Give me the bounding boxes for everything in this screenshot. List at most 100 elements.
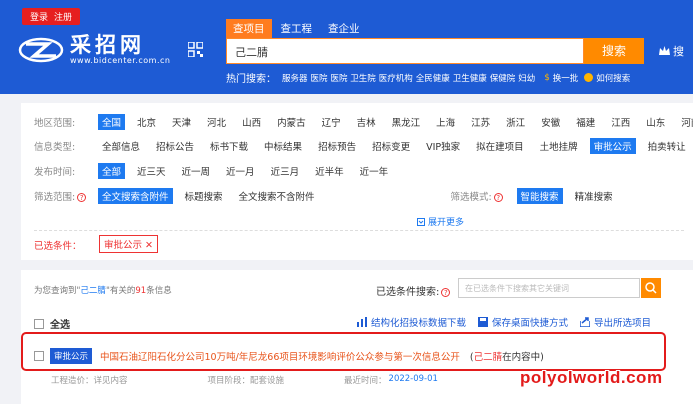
item-match-keyword: 己二腈	[473, 352, 503, 363]
hot-searches: 热门搜索： 服务器 医院 医院 卫生院 医疗机构 全民健康 卫生健康 保健院 妇…	[226, 70, 630, 86]
region-option[interactable]: 上海	[432, 114, 459, 130]
time-option[interactable]: 近三天	[133, 163, 170, 179]
hot-search-item[interactable]: 服务器	[282, 72, 308, 84]
refresh-icon: $	[544, 72, 550, 83]
login-link[interactable]: 登录	[30, 10, 48, 23]
region-option[interactable]: 辽宁	[318, 114, 345, 130]
chosen-condition-chip[interactable]: 审批公示 ✕	[99, 235, 158, 253]
region-option[interactable]: 黑龙江	[388, 114, 425, 130]
shop-link[interactable]: 搜	[659, 43, 684, 59]
help-icon[interactable]: ?	[77, 193, 87, 202]
scope-option[interactable]: 全文搜索含附件	[98, 188, 173, 204]
region-filter-row: 地区范围: 全国 北京 天津 河北 山西 内蒙古 辽宁 吉林 黑龙江 上海 江苏…	[34, 114, 693, 130]
filter-search-input[interactable]: 在已选条件下搜索其它关键词	[458, 278, 640, 298]
hot-search-item[interactable]: 医疗机构	[379, 72, 413, 84]
filter-search-label-text: 已选条件搜索:	[376, 287, 440, 298]
region-option[interactable]: 山东	[642, 114, 669, 130]
item-match-note: (己二腈在内容中)	[470, 349, 544, 363]
hot-search-item[interactable]: 卫生健康	[453, 72, 487, 84]
type-option[interactable]: 中标结果	[260, 138, 306, 154]
filter-panel: 地区范围: 全国 北京 天津 河北 山西 内蒙古 辽宁 吉林 黑龙江 上海 江苏…	[21, 103, 693, 260]
region-option[interactable]: 河北	[203, 114, 230, 130]
region-option[interactable]: 浙江	[502, 114, 529, 130]
type-option[interactable]: 招标变更	[368, 138, 414, 154]
logo-title: 采招网	[70, 33, 145, 57]
export-selected-button[interactable]: 导出所选项目	[580, 315, 651, 329]
search-tabs: 查项目 查工程 查企业	[226, 19, 369, 38]
type-filter-row: 信息类型: 全部信息 招标公告 标书下载 中标结果 招标预告 招标变更 VIP独…	[34, 138, 693, 154]
search-button[interactable]: 搜索	[584, 38, 644, 64]
hot-search-label: 热门搜索：	[226, 74, 276, 85]
qr-code-icon[interactable]	[187, 41, 204, 58]
hot-search-item[interactable]: 妇幼	[518, 72, 535, 84]
tab-companies[interactable]: 查企业	[321, 19, 367, 38]
type-option[interactable]: 标书下载	[206, 138, 252, 154]
region-option[interactable]: 江西	[607, 114, 634, 130]
hot-search-item[interactable]: 医院 卫生院	[331, 72, 376, 84]
search-input[interactable]: 己二腈	[226, 38, 584, 64]
time-label: 发布时间:	[34, 167, 76, 178]
result-info-suffix: 条信息	[146, 286, 172, 296]
tab-engineering[interactable]: 查工程	[274, 19, 320, 38]
scope-option[interactable]: 全文搜索不含附件	[235, 188, 319, 204]
time-option[interactable]: 近半年	[311, 163, 348, 179]
region-option[interactable]: 江苏	[467, 114, 494, 130]
item-checkbox[interactable]	[34, 351, 44, 361]
region-option[interactable]: 福建	[572, 114, 599, 130]
time-option[interactable]: 近三月	[267, 163, 304, 179]
refresh-hot-button[interactable]: $ 换一批	[544, 72, 578, 84]
result-info-middle: "有关的	[105, 286, 136, 296]
select-all[interactable]: 全选	[34, 316, 70, 331]
hot-search-item[interactable]: 医院	[311, 72, 328, 84]
search-icon	[645, 282, 657, 294]
select-all-checkbox[interactable]	[34, 318, 44, 329]
help-icon[interactable]: ?	[441, 288, 451, 297]
type-option[interactable]: 全部信息	[98, 138, 144, 154]
region-option[interactable]: 河南	[677, 114, 693, 130]
meta-date-label: 最近时间：	[344, 376, 387, 386]
scope-filter-row: 筛选范围:? 全文搜索含附件 标题搜索 全文搜索不含附件 筛选模式:? 智能搜索…	[34, 188, 625, 204]
time-option[interactable]: 近一周	[178, 163, 215, 179]
tab-projects[interactable]: 查项目	[226, 19, 272, 38]
result-count: 91	[135, 286, 147, 296]
time-option[interactable]: 近一年	[356, 163, 393, 179]
type-option[interactable]: 拟在建项目	[472, 138, 528, 154]
region-option[interactable]: 北京	[133, 114, 160, 130]
type-option[interactable]: 拍卖转让	[644, 138, 690, 154]
meta-stage: 项目阶段：配套设施	[207, 376, 285, 386]
register-link[interactable]: 注册	[54, 10, 72, 23]
type-option[interactable]: VIP独家	[422, 138, 464, 154]
region-option[interactable]: 天津	[168, 114, 195, 130]
scope-option[interactable]: 标题搜索	[181, 188, 227, 204]
item-title-link[interactable]: 中国石油辽阳石化分公司10万吨/年尼龙66项目环境影响评价公众参与第一次信息公开	[100, 349, 460, 363]
watermark: polyolworld.com	[520, 368, 663, 387]
help-icon[interactable]: ?	[493, 193, 503, 202]
site-logo[interactable]: 采招网 www.bidcenter.com.cn	[18, 34, 170, 65]
region-option[interactable]: 内蒙古	[273, 114, 310, 130]
filter-search-button[interactable]	[641, 278, 661, 298]
structured-data-download-button[interactable]: 结构化招投标数据下载	[357, 315, 466, 329]
type-option[interactable]: 审批公示	[589, 138, 636, 154]
region-option[interactable]: 吉林	[353, 114, 380, 130]
export-selected-label: 导出所选项目	[594, 318, 652, 329]
crown-icon	[659, 46, 670, 55]
bar-chart-icon	[357, 317, 367, 327]
type-option[interactable]: 招标公告	[152, 138, 198, 154]
time-option[interactable]: 全部	[98, 163, 126, 179]
region-option[interactable]: 山西	[238, 114, 265, 130]
region-option[interactable]: 全国	[98, 114, 126, 130]
hot-search-item[interactable]: 全民健康	[416, 72, 450, 84]
mode-option[interactable]: 智能搜索	[516, 188, 563, 204]
save-shortcut-button[interactable]: 保存桌面快捷方式	[478, 315, 568, 329]
type-option[interactable]: 土地挂牌	[536, 138, 582, 154]
expand-more-button[interactable]: 展开更多	[417, 215, 464, 228]
time-option[interactable]: 近一月	[222, 163, 259, 179]
how-to-search-link[interactable]: 如何搜索	[584, 72, 630, 84]
hot-search-item[interactable]: 保健院	[490, 72, 516, 84]
region-option[interactable]: 安徽	[537, 114, 564, 130]
mode-option[interactable]: 精准搜索	[571, 188, 617, 204]
auth-links: 登录 注册	[22, 8, 81, 25]
type-option[interactable]: 招标预告	[314, 138, 360, 154]
time-filter-row: 发布时间: 全部 近三天 近一周 近一月 近三月 近半年 近一年	[34, 163, 400, 179]
list-item[interactable]: 审批公示 中国石油辽阳石化分公司10万吨/年尼龙66项目环境影响评价公众参与第一…	[34, 348, 544, 364]
